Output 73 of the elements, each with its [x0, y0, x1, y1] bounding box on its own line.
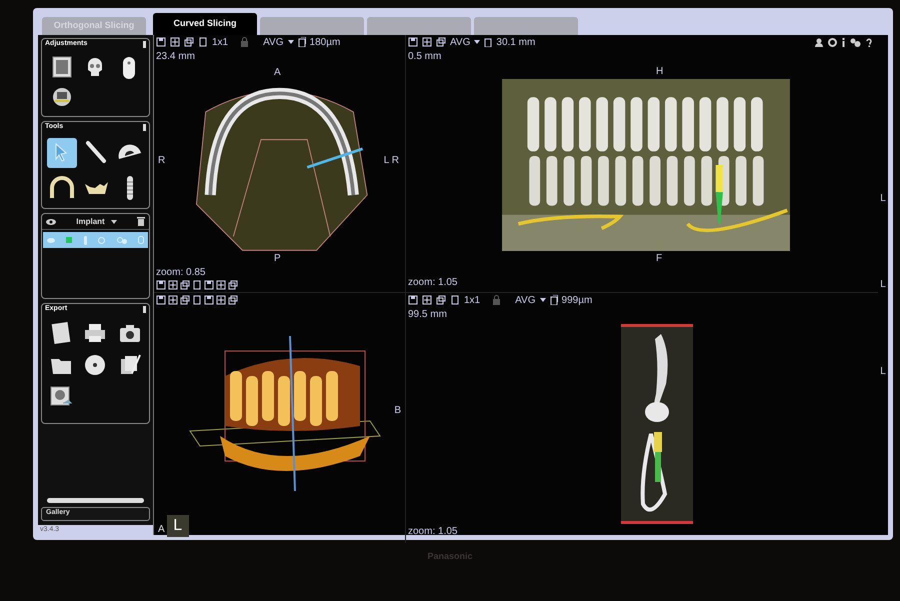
depth-label: 99.5 mm: [407, 308, 448, 322]
layout-label: 1x1: [212, 36, 228, 50]
view-tool-icon[interactable]: [156, 280, 166, 290]
caret-icon[interactable]: [110, 220, 117, 224]
circle-icon: [98, 236, 106, 244]
filter-label: AVG: [263, 36, 284, 50]
document-icon[interactable]: [49, 321, 74, 345]
zoom-label: zoom: 0.85: [156, 266, 206, 280]
lock-icon: [492, 295, 502, 305]
gears-icon: [116, 236, 127, 244]
orientation-label: H: [656, 65, 664, 79]
cylinder-icon: [138, 236, 144, 244]
implant-header: Implant: [76, 216, 105, 228]
view-tool-icon[interactable]: [408, 37, 418, 47]
thickness-label: 180µm: [310, 36, 340, 50]
filter-label: AVG: [450, 36, 470, 50]
implant-tool-icon: [126, 175, 134, 201]
info-icon[interactable]: [842, 38, 845, 46]
lock-icon: [240, 37, 250, 47]
filter-label: AVG: [515, 294, 536, 308]
depth-label: 0.5 mm: [407, 50, 442, 64]
view-tool-icon[interactable]: [204, 295, 214, 305]
disc-icon[interactable]: [83, 353, 108, 377]
view-tool-icon[interactable]: [436, 37, 446, 47]
view-tool-icon[interactable]: [422, 37, 432, 47]
help-icon[interactable]: [866, 38, 872, 46]
eye-icon: [47, 238, 55, 242]
view-tool-icon[interactable]: [216, 280, 226, 290]
orientation-label: L: [880, 192, 886, 206]
orientation-label: L R: [384, 154, 399, 168]
trash-icon[interactable]: [136, 217, 145, 226]
view-tool-icon[interactable]: [408, 295, 418, 305]
printer-icon[interactable]: [83, 321, 108, 345]
view-tool-icon[interactable]: [170, 37, 180, 47]
view-tool-icon[interactable]: [216, 295, 226, 305]
orientation-label: B: [394, 404, 401, 418]
orientation-label: R: [158, 154, 166, 168]
copy-icon: [484, 37, 492, 47]
zoom-label: zoom: 1.05: [407, 276, 458, 290]
orientation-label: A: [274, 66, 281, 80]
view-tool-icon[interactable]: [422, 295, 432, 305]
orientation-label: P: [274, 252, 281, 266]
copy-icon: [298, 37, 306, 47]
thickness-label: 999µm: [562, 294, 592, 308]
orientation-label: L: [880, 278, 886, 292]
orientation-label: A: [158, 523, 165, 537]
implant-icon: [84, 236, 87, 244]
caret-icon[interactable]: [288, 40, 294, 44]
view-tool-icon[interactable]: [156, 295, 166, 305]
skull-scan-icon[interactable]: [50, 86, 73, 108]
orientation-label: F: [656, 252, 662, 266]
view-tool-icon[interactable]: [168, 280, 178, 290]
scrollbar[interactable]: [47, 498, 144, 502]
user-icon[interactable]: [815, 38, 823, 46]
orientation-label: L: [880, 365, 886, 380]
view-tab[interactable]: Curved Slicing: [153, 13, 257, 35]
settings-icon[interactable]: [828, 38, 837, 46]
layout-label: 1x1: [464, 294, 480, 308]
thickness-label: 30.1 mm: [496, 36, 536, 50]
zoom-label: zoom: 1.05: [407, 525, 458, 539]
caret-icon[interactable]: [474, 40, 480, 44]
image-icon[interactable]: [52, 56, 72, 78]
depth-label: 23.4 mm: [155, 50, 196, 64]
pointer-tool[interactable]: [46, 138, 76, 168]
view-tool-icon[interactable]: [156, 37, 166, 47]
view-tool-icon[interactable]: [168, 295, 178, 305]
caret-icon[interactable]: [540, 298, 546, 302]
gears-icon[interactable]: [850, 38, 861, 46]
copy-icon: [550, 295, 558, 305]
tooth-icon[interactable]: [122, 56, 136, 80]
view-tool-icon[interactable]: [204, 280, 214, 290]
orientation-cube[interactable]: L: [166, 515, 189, 537]
eye-icon: [46, 218, 56, 224]
